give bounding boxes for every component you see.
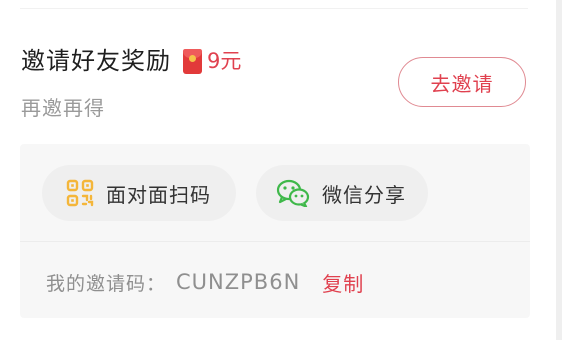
invite-button[interactable]: 去邀请 <box>398 57 526 107</box>
reward-header: 邀请好友奖励 9元 <box>21 44 241 78</box>
right-edge-strip <box>556 0 562 340</box>
reward-title: 邀请好友奖励 <box>21 47 171 75</box>
face-to-face-scan-button[interactable]: 面对面扫码 <box>42 165 236 221</box>
qr-code-icon <box>66 179 94 207</box>
reward-subtitle: 再邀再得 <box>21 96 105 120</box>
wechat-share-label: 微信分享 <box>322 182 406 207</box>
copy-button[interactable]: 复制 <box>322 268 364 297</box>
top-divider <box>20 8 528 9</box>
scan-label: 面对面扫码 <box>106 182 211 207</box>
wechat-icon <box>276 179 310 208</box>
red-packet-icon <box>183 48 202 74</box>
reward-amount: 9元 <box>207 49 242 73</box>
wechat-share-button[interactable]: 微信分享 <box>256 165 428 221</box>
invite-code-row: 我的邀请码： CUNZPB6N 复制 <box>46 264 364 300</box>
invite-code-value: CUNZPB6N <box>176 270 301 294</box>
invite-code-label: 我的邀请码： <box>46 272 167 295</box>
invite-friends-card: 邀请好友奖励 9元 再邀再得 去邀请 面对面扫码 微信分享 我的邀请码： CUN… <box>0 0 562 340</box>
panel-divider <box>20 241 530 242</box>
